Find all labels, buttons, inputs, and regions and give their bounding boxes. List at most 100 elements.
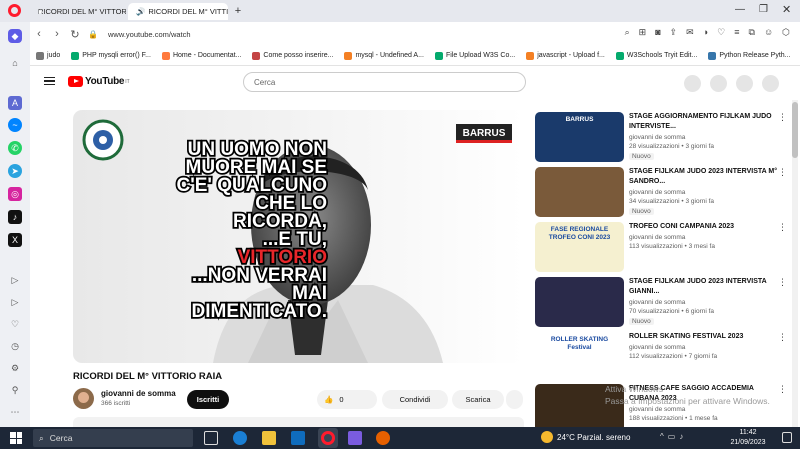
description-box[interactable] (73, 417, 524, 427)
tab-2-active[interactable]: 🔊 RICORDI DEL M° VITTI (128, 3, 228, 20)
reload-icon[interactable]: ↻ (66, 28, 84, 41)
mic-icon[interactable] (684, 75, 701, 92)
recommended-thumbnail[interactable]: ROLLER SKATING Festival (535, 332, 624, 382)
firefox-icon[interactable] (376, 431, 390, 445)
notifications-icon[interactable] (782, 432, 792, 443)
recommended-title[interactable]: STAGE FIJLKAM JUDO 2023 INTERVISTA GIANN… (629, 277, 785, 297)
more-icon[interactable]: ⋯ (8, 405, 22, 419)
more-options-icon[interactable]: ⋮ (778, 277, 787, 288)
heart-icon[interactable]: ♡ (8, 317, 22, 331)
recommended-title[interactable]: STAGE AGGIORNAMENTO FIJLKAM JUDO INTERVI… (629, 112, 785, 132)
camera-icon[interactable]: ◙ (655, 27, 660, 38)
recommended-thumbnail[interactable] (535, 167, 624, 217)
tiktok-icon[interactable]: ♪ (8, 210, 22, 224)
aria-icon[interactable]: A (8, 96, 22, 110)
restore-icon[interactable]: ❐ (759, 4, 768, 15)
recommended-channel[interactable]: giovanni de somma (629, 234, 685, 241)
bookmark-item[interactable]: judo (36, 51, 60, 60)
more-options-icon[interactable]: ⋮ (778, 167, 787, 178)
recommended-channel[interactable]: giovanni de somma (629, 134, 685, 141)
share-button[interactable]: Condividi (382, 390, 448, 409)
download-button[interactable]: Scarica (452, 390, 504, 409)
workspace-icon[interactable]: ◆ (8, 29, 22, 43)
recommended-video[interactable]: BARRUS STAGE AGGIORNAMENTO FIJLKAM JUDO I… (535, 112, 787, 166)
bookmark-item[interactable]: Come posso inserire... (252, 51, 333, 60)
bookmark-item[interactable]: Python Release Pyth... (708, 51, 791, 60)
bookmark-item[interactable]: mysql - Undefined A... (344, 51, 424, 60)
like-button[interactable]: 👍 0 (317, 390, 377, 409)
tune-icon[interactable]: ≡ (734, 27, 739, 38)
recommended-video[interactable]: STAGE FIJLKAM JUDO 2023 INTERVISTA GIANN… (535, 277, 787, 331)
file-explorer-icon[interactable] (262, 431, 276, 445)
recommended-video[interactable]: FASE REGIONALE TROFEO CONI 2023 TROFEO CO… (535, 222, 787, 276)
tab-1[interactable]: RICORDI DEL M° VITTORI (30, 3, 126, 20)
forward-icon[interactable]: › (48, 28, 66, 40)
x-twitter-icon[interactable]: X (8, 233, 22, 247)
opera-taskbar-button[interactable] (318, 428, 338, 448)
profile-icon[interactable]: ☺ (764, 27, 773, 38)
taskbar-search[interactable]: ⌕ Cerca (33, 429, 193, 447)
more-options-icon[interactable]: ⋮ (778, 384, 787, 395)
close-window-icon[interactable]: ✕ (782, 3, 791, 16)
lock-icon[interactable]: 🔒 (84, 30, 102, 39)
search-input[interactable]: Cerca (243, 72, 526, 92)
recommended-title[interactable]: TROFEO CONI CAMPANIA 2023 (629, 222, 785, 232)
more-options-icon[interactable]: ⋮ (778, 112, 787, 123)
more-options-icon[interactable]: ⋮ (778, 332, 787, 343)
messenger-icon[interactable]: ~ (8, 118, 22, 132)
history-icon[interactable]: ◷ (8, 339, 22, 353)
bookmark-heart-icon[interactable]: ♡ (717, 27, 725, 38)
home-icon[interactable]: ⌂ (8, 56, 22, 70)
share-icon[interactable]: ⇪ (670, 27, 678, 38)
more-options-icon[interactable]: ⋮ (778, 222, 787, 233)
bookmark-item[interactable]: Home - Documentat... (161, 51, 241, 60)
clock[interactable]: 11:42 21/09/2023 (728, 428, 768, 448)
search-icon[interactable]: ⌕ (625, 27, 630, 38)
back-icon[interactable]: ‹ (30, 28, 48, 40)
youtube-logo[interactable]: YouTube IT (68, 76, 130, 87)
avatar[interactable] (762, 75, 779, 92)
recommended-thumbnail[interactable] (535, 277, 624, 327)
video-player[interactable]: BARRUS UN UOMO NON MUORE MAI SE C'E' QUALC… (73, 110, 524, 363)
channel-avatar[interactable] (73, 388, 94, 409)
easy-setup-icon[interactable]: ◑ (703, 27, 708, 38)
new-tab-button[interactable]: + (232, 5, 244, 17)
task-view-icon[interactable] (204, 431, 218, 445)
windows-start-icon[interactable] (10, 432, 22, 444)
notifications-icon[interactable] (736, 75, 753, 92)
settings-gear-icon[interactable]: ⚙ (8, 361, 22, 375)
subscribe-button[interactable]: Iscritti (187, 390, 229, 409)
recommended-channel[interactable]: giovanni de somma (629, 406, 685, 413)
downloads-icon[interactable]: ⬡ (782, 27, 790, 38)
edge-icon[interactable] (233, 431, 247, 445)
instagram-icon[interactable]: ◎ (8, 187, 22, 201)
telegram-icon[interactable]: ➤ (8, 164, 22, 178)
more-actions-button[interactable] (506, 390, 523, 409)
url-field[interactable]: www.youtube.com/watch (108, 30, 191, 39)
recommended-video[interactable]: ROLLER SKATING Festival ROLLER SKATING FE… (535, 332, 787, 386)
mail-icon[interactable] (291, 431, 305, 445)
recommended-channel[interactable]: giovanni de somma (629, 344, 685, 351)
recommended-channel[interactable]: giovanni de somma (629, 299, 685, 306)
page-scrollbar[interactable] (792, 100, 798, 427)
whatsapp-icon[interactable]: ✆ (8, 141, 22, 155)
recommended-title[interactable]: ROLLER SKATING FESTIVAL 2023 (629, 332, 785, 342)
pin-icon[interactable]: ⚲ (8, 383, 22, 397)
bookmark-item[interactable]: javascript - Upload f... (526, 51, 605, 60)
create-icon[interactable] (710, 75, 727, 92)
bookmark-item[interactable]: File Upload W3S Co... (434, 51, 515, 60)
recommended-video[interactable]: STAGE FIJLKAM JUDO 2023 INTERVISTA M° SA… (535, 167, 787, 221)
recommended-thumbnail[interactable]: BARRUS (535, 112, 624, 162)
opera-logo-icon[interactable] (8, 4, 21, 17)
send-icon[interactable]: ▷ (8, 295, 22, 309)
menu-hamburger-icon[interactable] (44, 77, 55, 85)
bookmark-item[interactable]: W3Schools Tryit Edit... (615, 51, 697, 60)
snapshot-icon[interactable]: ⊞ (639, 27, 647, 38)
unread-icon[interactable]: ✉ (686, 27, 694, 38)
weather-text[interactable]: 24°C Parzial. sereno (557, 433, 630, 442)
recommended-thumbnail[interactable]: FASE REGIONALE TROFEO CONI 2023 (535, 222, 624, 272)
recommended-channel[interactable]: giovanni de somma (629, 189, 685, 196)
store-icon[interactable] (348, 431, 362, 445)
recommended-title[interactable]: STAGE FIJLKAM JUDO 2023 INTERVISTA M° SA… (629, 167, 785, 187)
channel-name[interactable]: giovanni de somma (101, 389, 176, 398)
